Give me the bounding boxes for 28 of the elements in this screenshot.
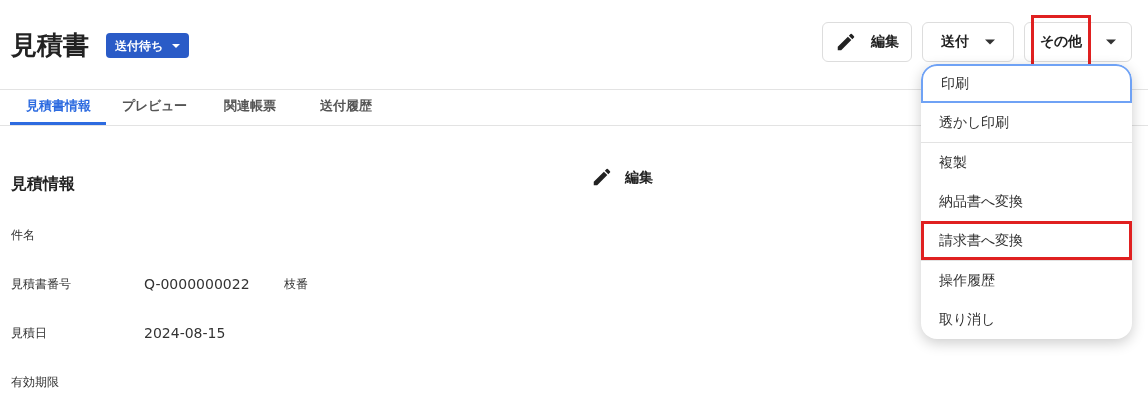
page-title: 見積書: [11, 29, 89, 62]
tab[interactable]: プレビュー: [106, 90, 202, 125]
tab[interactable]: 関連帳票: [202, 90, 298, 125]
field-label: 見積書番号: [11, 276, 72, 293]
menu-item[interactable]: 印刷: [921, 64, 1132, 103]
field-value: Q-0000000022: [144, 274, 251, 294]
edit-button[interactable]: 編集: [822, 21, 912, 62]
field-value: 2024-08-15: [144, 323, 227, 343]
menu-item[interactable]: 納品書へ変換: [921, 182, 1132, 221]
menu-item[interactable]: 操作履歴: [921, 261, 1132, 300]
status-badge[interactable]: 送付待ち: [106, 33, 189, 58]
menu-item[interactable]: 複製: [921, 143, 1132, 182]
menu-item[interactable]: 取り消し: [921, 300, 1132, 339]
tab[interactable]: 見積書情報: [10, 90, 106, 125]
field-label: 件名: [11, 227, 36, 244]
field-label: 枝番: [284, 276, 308, 293]
caret-icon: [1105, 38, 1116, 45]
caret-icon: [985, 38, 995, 45]
field-label: 有効期限: [11, 374, 60, 391]
section-edit-button[interactable]: 編集: [591, 164, 653, 190]
field-label: 見積日: [11, 325, 48, 342]
section-title: 見積情報: [11, 173, 76, 195]
menu-item[interactable]: 請求書へ変換: [921, 221, 1132, 260]
caret-icon: [172, 43, 180, 48]
pencil-icon: [591, 166, 613, 188]
send-button[interactable]: 送付: [922, 21, 1014, 62]
menu-item[interactable]: 透かし印刷: [921, 103, 1132, 142]
tab[interactable]: 送付履歴: [298, 90, 394, 125]
